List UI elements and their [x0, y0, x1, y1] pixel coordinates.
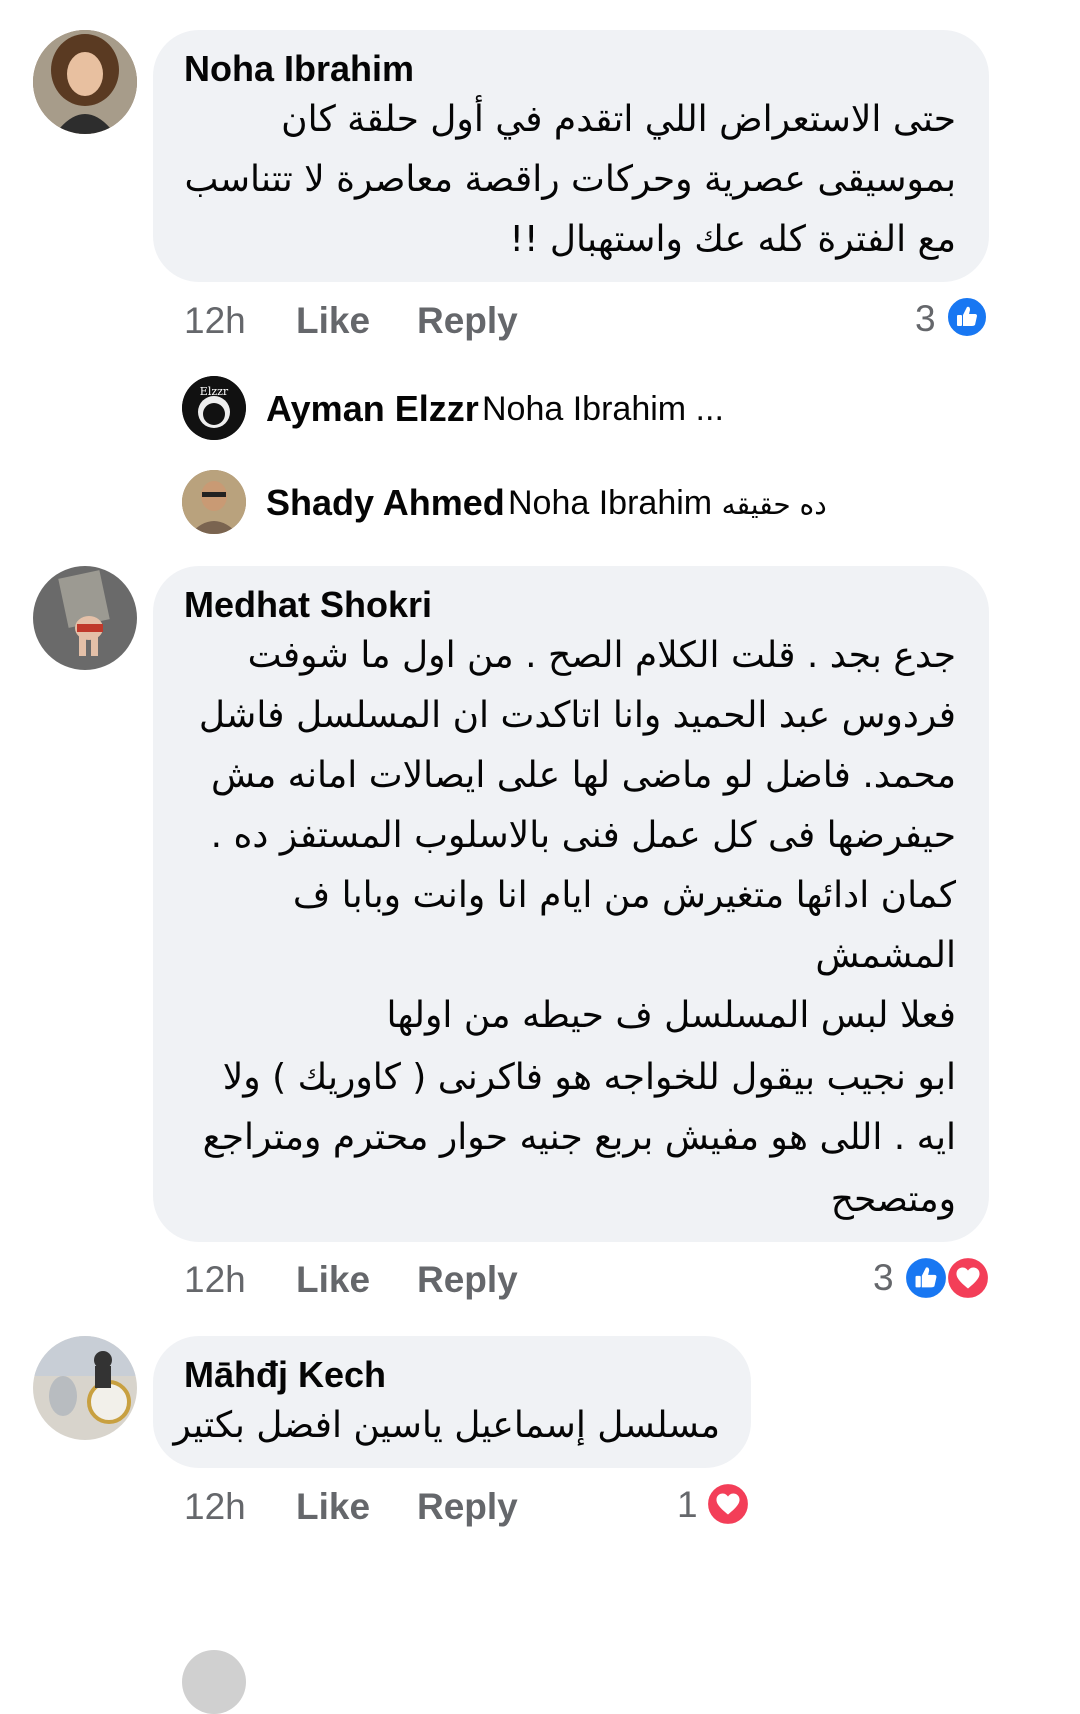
reply-button[interactable]: Reply: [417, 1259, 518, 1301]
reply-preview[interactable]: Noha Ibrahim ده حقيقه: [508, 484, 827, 523]
avatar[interactable]: Elzzr: [182, 376, 246, 440]
comment-author[interactable]: Māhđj Kech: [184, 1354, 386, 1396]
comment-line: ابو نجيب بيقول للخواجه هو فاكرنى ( كاوري…: [222, 1057, 956, 1098]
reaction-count[interactable]: 3: [915, 298, 936, 340]
comment-line: فردوس عبد الحميد وانا اتاكدت ان المسلسل …: [198, 695, 956, 736]
reply-preview-text: Noha Ibrahim ...: [482, 390, 724, 428]
avatar[interactable]: [33, 30, 137, 134]
reply-preview-text: Noha Ibrahim: [508, 484, 713, 522]
reply-button[interactable]: Reply: [417, 300, 518, 342]
comment-line: ايه . اللى هو مفيش بربع جنيه حوار محترم …: [202, 1117, 956, 1158]
comment-line: حتى الاستعراض اللي اتقدم في أول حلقة كان: [281, 99, 956, 140]
comment-time[interactable]: 12h: [184, 1259, 246, 1301]
comment-line: مسلسل إسماعيل ياسين افضل بكتير: [173, 1405, 720, 1446]
comment-line: المشمش: [815, 935, 956, 976]
comment-line: بموسيقى عصرية وحركات راقصة معاصرة لا تتن…: [184, 159, 956, 200]
comment-line: محمد. فاضل لو ماضى لها على ايصالات امانه…: [211, 755, 956, 796]
comment-time[interactable]: 12h: [184, 1486, 246, 1528]
reply-button[interactable]: Reply: [417, 1486, 518, 1528]
profile-photo: [33, 566, 137, 670]
comment-line: مع الفترة كله عك واستهبال !!: [509, 219, 956, 260]
comment-line: جدع بجد . قلت الكلام الصح . من اول ما شو…: [247, 635, 956, 676]
like-button[interactable]: Like: [296, 1486, 370, 1528]
avatar[interactable]: [33, 566, 137, 670]
profile-photo: [33, 1336, 137, 1440]
reply-preview-rtl-text: ده حقيقه: [721, 488, 827, 521]
like-icon: [946, 296, 988, 338]
reply-preview[interactable]: Noha Ibrahim ...: [482, 390, 724, 429]
comment-line: فعلا لبس المسلسل ف حيطه من اولها: [386, 995, 956, 1036]
avatar[interactable]: [33, 1336, 137, 1440]
profile-photo: [182, 470, 246, 534]
profile-photo: [33, 30, 137, 134]
comment-author[interactable]: Noha Ibrahim: [184, 48, 414, 90]
like-button[interactable]: Like: [296, 1259, 370, 1301]
like-icon: [904, 1256, 948, 1300]
love-icon: [706, 1482, 750, 1526]
reply-author[interactable]: Ayman Elzzr: [266, 388, 479, 430]
comment-line: حيفرضها فى كل عمل فنى بالاسلوب المستفز د…: [210, 815, 956, 856]
comment-time[interactable]: 12h: [184, 300, 246, 342]
reaction-count[interactable]: 3: [873, 1257, 894, 1299]
avatar[interactable]: [182, 1650, 246, 1714]
reaction-count[interactable]: 1: [677, 1484, 698, 1526]
comment-line: ومتصحح: [830, 1179, 956, 1220]
reply-author[interactable]: Shady Ahmed: [266, 482, 505, 524]
love-icon: [946, 1256, 990, 1300]
avatar[interactable]: [182, 470, 246, 534]
avatar-text: Elzzr: [199, 385, 229, 398]
comment-line: كمان ادائها متغيرش من ايام انا وانت وباب…: [292, 875, 956, 916]
like-button[interactable]: Like: [296, 300, 370, 342]
comment-author[interactable]: Medhat Shokri: [184, 584, 432, 626]
